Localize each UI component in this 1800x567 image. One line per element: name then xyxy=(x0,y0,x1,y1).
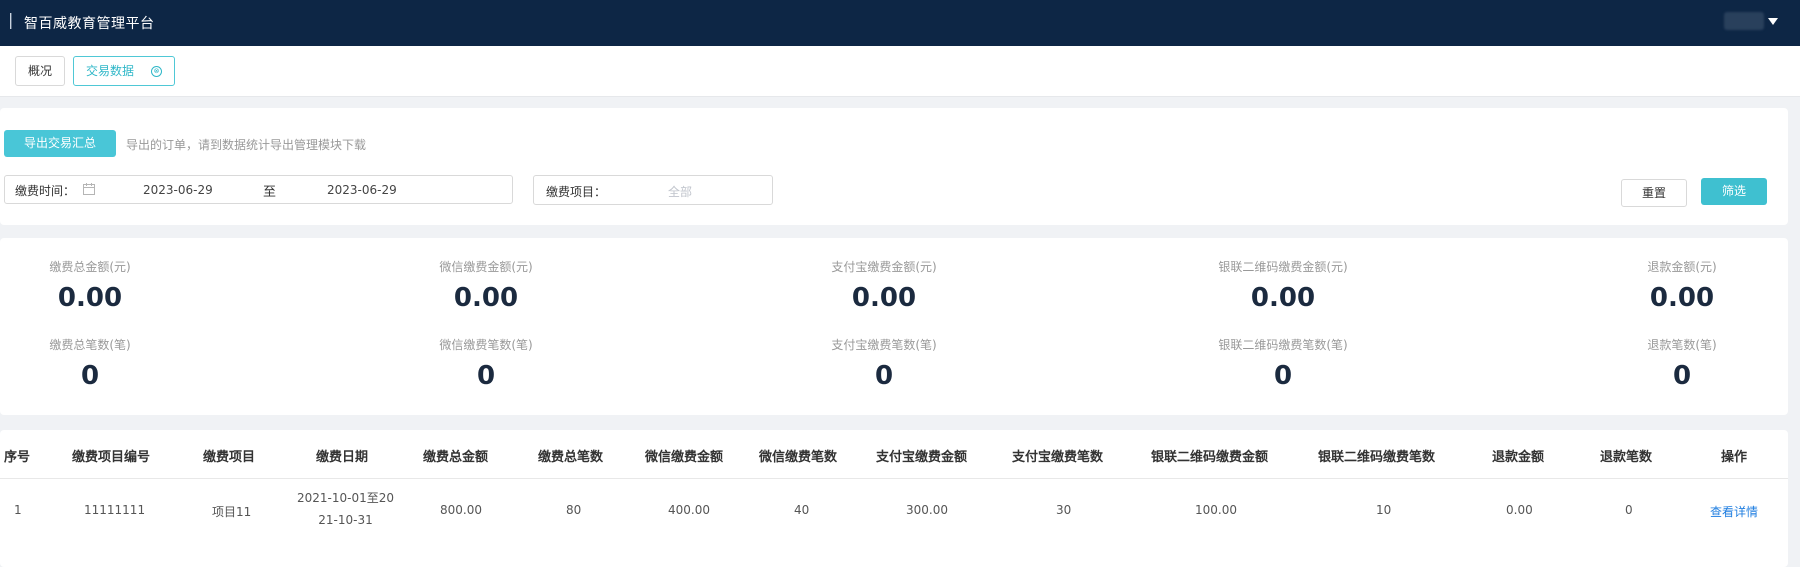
tab-transaction-data-label: 交易数据 xyxy=(86,64,135,78)
column-header: 缴费日期 xyxy=(316,450,369,465)
stat-refund-amount: 退款金额(元) 0.00 xyxy=(1552,258,1800,313)
date-end-input[interactable]: 2023-06-29 xyxy=(327,183,397,197)
stat-value: 0.00 xyxy=(1250,283,1316,313)
table-header: 序号 缴费项目编号 缴费项目 缴费日期 缴费总金额 缴费总笔数 微信缴费金额 微… xyxy=(0,430,1788,479)
stat-value: 0.00 xyxy=(1649,283,1715,313)
column-header: 微信缴费笔数 xyxy=(759,450,838,465)
reset-button[interactable]: 重置 xyxy=(1621,179,1687,207)
cell-unionpay-amount: 100.00 xyxy=(1195,503,1237,517)
date-start-input[interactable]: 2023-06-29 xyxy=(143,183,213,197)
app-title: 智百威教育管理平台 xyxy=(24,16,155,32)
calendar-icon xyxy=(83,183,95,195)
cell-payment-date: 2021-10-01至20 21-10-31 xyxy=(297,487,394,531)
column-header: 支付宝缴费金额 xyxy=(876,450,968,465)
tab-transaction-data[interactable]: 交易数据 ⊗ xyxy=(73,56,175,86)
tab-overview-label: 概况 xyxy=(28,64,53,78)
stat-total-amount: 缴费总金额(元) 0.00 xyxy=(0,258,220,313)
cell-project-code: 11111111 xyxy=(84,503,146,517)
date-range-separator: 至 xyxy=(263,185,277,200)
cell-unionpay-count: 10 xyxy=(1376,503,1392,517)
stat-value: 0 xyxy=(80,361,100,391)
tab-bar: 概况 交易数据 ⊗ xyxy=(0,46,1800,97)
column-header: 退款金额 xyxy=(1492,450,1545,465)
user-avatar[interactable] xyxy=(1724,12,1764,30)
column-header: 缴费总金额 xyxy=(423,450,489,465)
export-summary-button[interactable]: 导出交易汇总 xyxy=(4,130,116,157)
stat-label: 银联二维码缴费金额(元) xyxy=(1218,260,1348,274)
view-details-link[interactable]: 查看详情 xyxy=(1710,503,1758,520)
cell-refund-amount: 0.00 xyxy=(1506,503,1533,517)
column-header: 微信缴费金额 xyxy=(645,450,724,465)
filter-button[interactable]: 筛选 xyxy=(1701,178,1767,205)
payment-date-range[interactable]: 缴费时间： 2023-06-29 至 2023-06-29 xyxy=(4,175,513,204)
stat-label: 缴费总笔数(笔) xyxy=(49,338,131,352)
column-header: 缴费总笔数 xyxy=(538,450,604,465)
cell-index: 1 xyxy=(14,503,22,517)
stat-label: 退款金额(元) xyxy=(1647,260,1717,274)
cell-refund-count: 0 xyxy=(1625,503,1633,517)
cell-project-name: 项目11 xyxy=(212,505,252,519)
user-menu-caret-icon[interactable] xyxy=(1768,18,1778,25)
stat-wechat-count: 微信缴费笔数(笔) 0 xyxy=(356,336,616,391)
table-row: 1 11111111 项目11 2021-10-01至20 21-10-31 8… xyxy=(0,479,1788,549)
project-select-value[interactable]: 全部 xyxy=(668,183,692,200)
stat-label: 微信缴费金额(元) xyxy=(439,260,533,274)
stat-value: 0 xyxy=(476,361,496,391)
cell-wechat-count: 40 xyxy=(794,503,810,517)
stat-alipay-amount: 支付宝缴费金额(元) 0.00 xyxy=(754,258,1014,313)
cell-payment-date-line: 21-10-31 xyxy=(318,513,373,527)
column-header: 支付宝缴费笔数 xyxy=(1012,450,1104,465)
stat-value: 0 xyxy=(874,361,894,391)
project-label: 缴费项目： xyxy=(546,185,607,199)
stat-value: 0.00 xyxy=(453,283,519,313)
stat-refund-count: 退款笔数(笔) 0 xyxy=(1552,336,1800,391)
stat-label: 微信缴费笔数(笔) xyxy=(439,338,533,352)
stats-card: 缴费总金额(元) 0.00 微信缴费金额(元) 0.00 支付宝缴费金额(元) … xyxy=(0,238,1788,415)
stat-value: 0 xyxy=(1273,361,1293,391)
payment-project-select[interactable]: 缴费项目： 全部 xyxy=(533,175,773,205)
stat-label: 银联二维码缴费笔数(笔) xyxy=(1218,338,1348,352)
date-label: 缴费时间： xyxy=(15,184,76,198)
title-separator: | xyxy=(8,10,14,29)
filter-card: 导出交易汇总 导出的订单，请到数据统计导出管理模块下载 缴费时间： 2023-0… xyxy=(0,108,1788,225)
column-header: 缴费项目编号 xyxy=(72,450,151,465)
export-hint: 导出的订单，请到数据统计导出管理模块下载 xyxy=(126,138,367,152)
stat-label: 退款笔数(笔) xyxy=(1647,338,1717,352)
stat-wechat-amount: 微信缴费金额(元) 0.00 xyxy=(356,258,616,313)
cell-alipay-count: 30 xyxy=(1056,503,1072,517)
column-header: 缴费项目 xyxy=(203,450,256,465)
stat-label: 缴费总金额(元) xyxy=(49,260,131,274)
stat-total-count: 缴费总笔数(笔) 0 xyxy=(0,336,220,391)
transaction-table: 序号 缴费项目编号 缴费项目 缴费日期 缴费总金额 缴费总笔数 微信缴费金额 微… xyxy=(0,430,1788,567)
cell-alipay-amount: 300.00 xyxy=(906,503,948,517)
close-icon[interactable]: ⊗ xyxy=(151,66,162,77)
cell-total-count: 80 xyxy=(566,503,582,517)
stat-alipay-count: 支付宝缴费笔数(笔) 0 xyxy=(754,336,1014,391)
column-header: 操作 xyxy=(1721,450,1748,465)
column-header: 银联二维码缴费金额 xyxy=(1151,450,1269,465)
column-header: 银联二维码缴费笔数 xyxy=(1318,450,1436,465)
top-bar: | 智百威教育管理平台 xyxy=(0,0,1800,46)
cell-payment-date-line: 2021-10-01至20 xyxy=(297,491,395,505)
stat-value: 0 xyxy=(1672,361,1692,391)
column-header: 退款笔数 xyxy=(1600,450,1653,465)
stat-value: 0.00 xyxy=(851,283,917,313)
stat-unionpay-count: 银联二维码缴费笔数(笔) 0 xyxy=(1153,336,1413,391)
stat-label: 支付宝缴费金额(元) xyxy=(831,260,937,274)
cell-total-amount: 800.00 xyxy=(440,503,482,517)
cell-wechat-amount: 400.00 xyxy=(668,503,710,517)
column-header: 序号 xyxy=(4,450,31,465)
stat-value: 0.00 xyxy=(57,283,123,313)
stat-unionpay-amount: 银联二维码缴费金额(元) 0.00 xyxy=(1153,258,1413,313)
tab-overview[interactable]: 概况 xyxy=(15,56,65,86)
stat-label: 支付宝缴费笔数(笔) xyxy=(831,338,937,352)
